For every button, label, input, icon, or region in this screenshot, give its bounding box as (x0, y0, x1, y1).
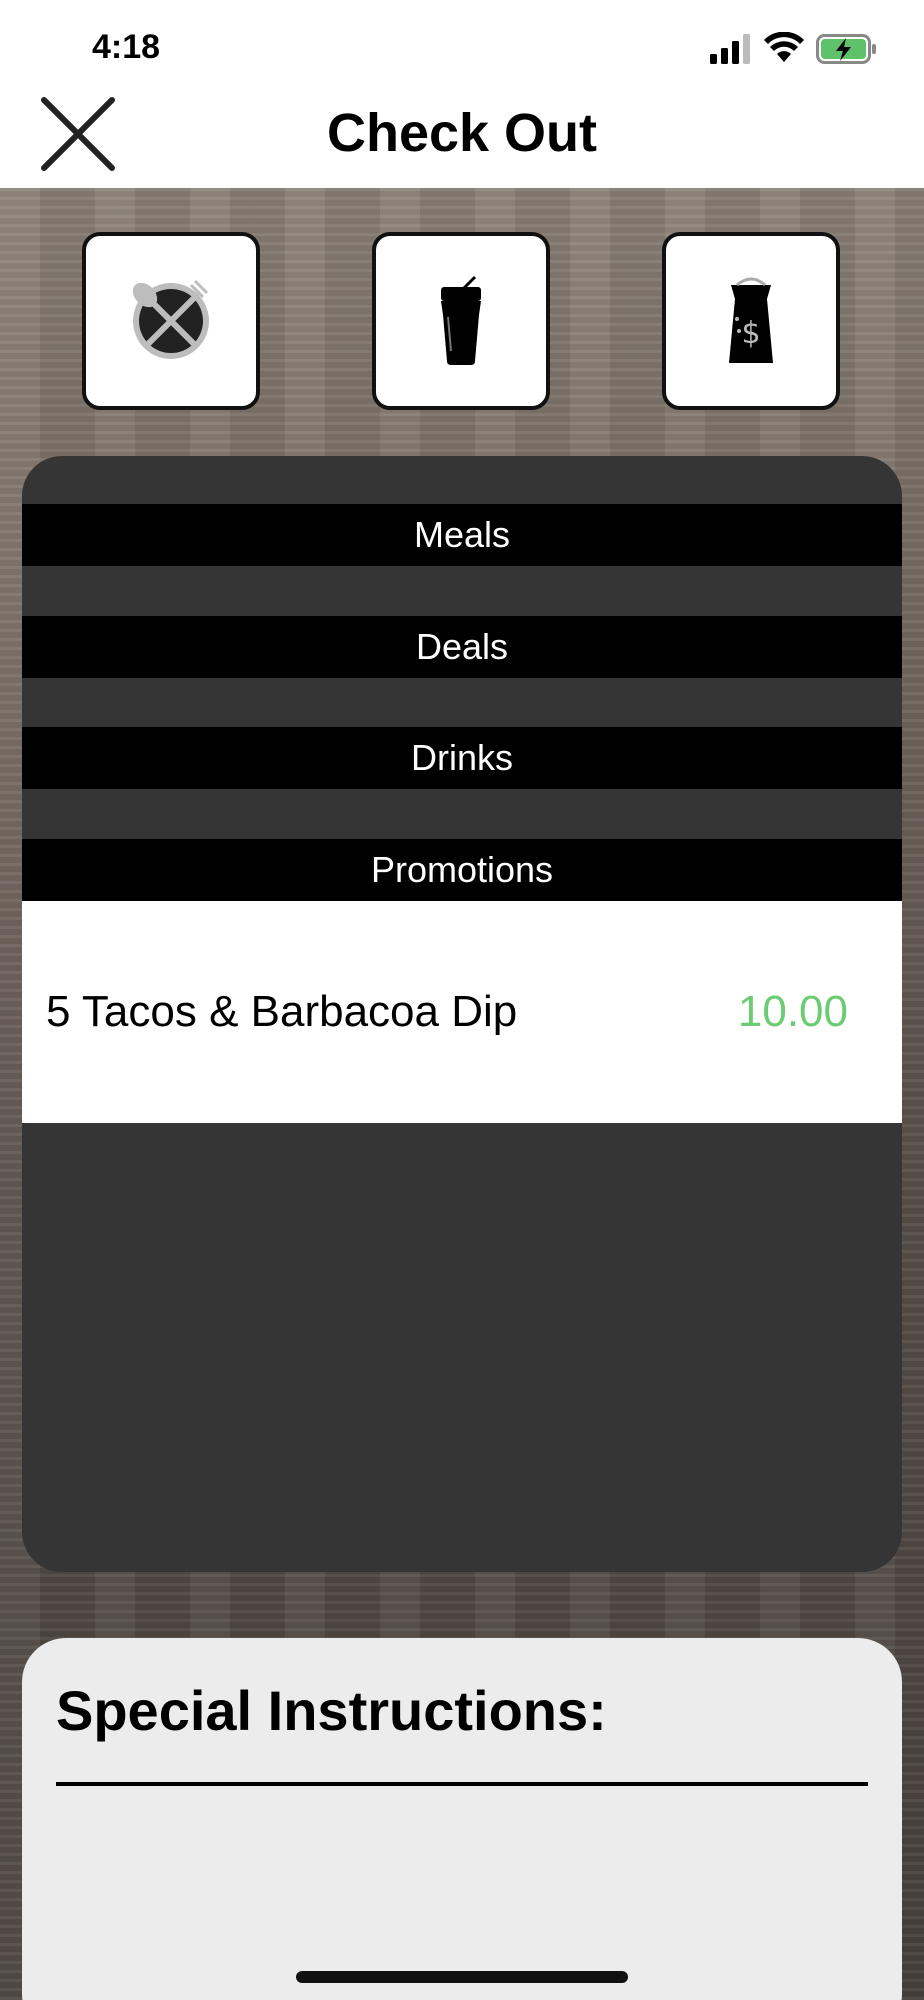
special-instructions-card[interactable]: Special Instructions: (22, 1638, 902, 2000)
svg-text:$: $ (741, 316, 760, 351)
category-tile-drinks[interactable] (372, 232, 550, 410)
nav-bar: Check Out (0, 84, 924, 188)
money-bag-icon: $ (729, 277, 773, 363)
item-price: 10.00 (737, 987, 848, 1036)
status-bar: 4:18 (0, 0, 924, 84)
cellular-signal-icon (710, 34, 750, 64)
section-header-promotions[interactable]: Promotions (22, 839, 902, 901)
status-time: 4:18 (92, 28, 161, 66)
divider (56, 1782, 868, 1786)
category-tile-promotions[interactable]: $ (662, 232, 840, 410)
item-name: 5 Tacos & Barbacoa Dip (46, 987, 518, 1036)
section-header-drinks[interactable]: Drinks (22, 727, 902, 789)
special-instructions-title: Special Instructions: (56, 1679, 607, 1742)
wifi-icon (764, 32, 804, 62)
home-indicator[interactable] (296, 1971, 628, 1983)
section-header-meals[interactable]: Meals (22, 504, 902, 566)
plate-fork-spoon-icon (132, 279, 209, 359)
page-title: Check Out (326, 103, 598, 163)
battery-charging-icon (816, 34, 876, 64)
cart-item-row[interactable]: 5 Tacos & Barbacoa Dip 10.00 (22, 901, 902, 1123)
category-tile-meals[interactable] (82, 232, 260, 410)
section-header-deals[interactable]: Deals (22, 616, 902, 678)
drink-cup-icon (441, 275, 481, 365)
menu-panel: Meals Deals Drinks Promotions 5 Tacos & … (22, 456, 902, 1572)
